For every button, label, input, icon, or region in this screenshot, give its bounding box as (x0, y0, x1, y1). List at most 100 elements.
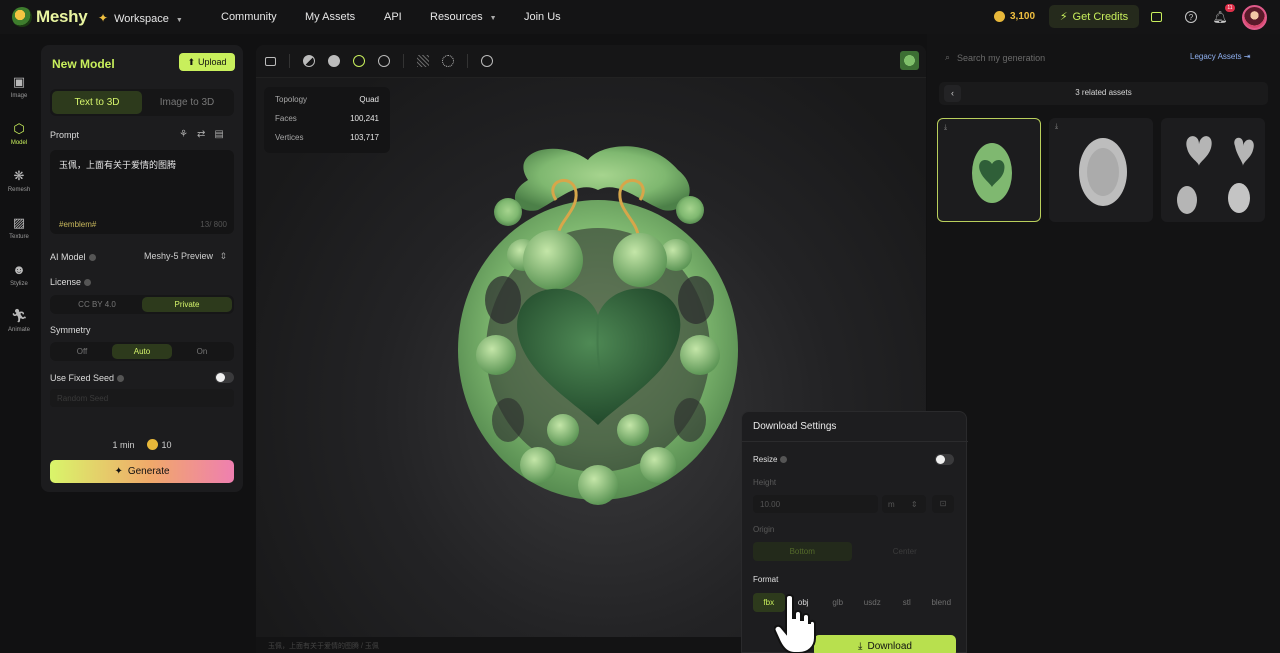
related-assets-count: 3 related assets (1075, 88, 1132, 97)
ai-model-select[interactable]: Meshy-5 Preview ⇕ (144, 251, 227, 262)
toolbar-divider (403, 54, 404, 68)
grid-icon[interactable] (417, 55, 429, 67)
monitor-icon[interactable] (265, 56, 276, 66)
nav-community[interactable]: Community (221, 11, 277, 23)
download-button[interactable]: ⤓ Download (814, 635, 956, 653)
format-blend[interactable]: blend (926, 593, 958, 612)
rail-item-texture[interactable]: ▨ Texture (0, 215, 38, 240)
prompt-label: Prompt (50, 130, 80, 140)
material-shading-icon[interactable] (378, 55, 390, 67)
globe-icon[interactable] (481, 55, 493, 67)
tab-text-to-3d[interactable]: Text to 3D (52, 91, 142, 114)
magic-wand-icon[interactable]: ⚘ (179, 129, 188, 140)
format-stl[interactable]: stl (891, 593, 923, 612)
info-icon[interactable] (117, 375, 125, 383)
gift-icon[interactable] (1151, 12, 1162, 22)
format-glb[interactable]: glb (822, 593, 854, 612)
legacy-assets-link[interactable]: Legacy Assets ⇥ (1190, 52, 1251, 61)
time-estimate: 1 min (112, 439, 135, 450)
bell-icon[interactable]: 🔔︎ (1212, 9, 1228, 25)
brand-logo[interactable]: Meshy (12, 7, 88, 27)
nav-resources[interactable]: Resources ▼ (430, 11, 497, 23)
nav-join-us[interactable]: Join Us (524, 11, 561, 23)
chevron-down-icon: ▼ (489, 15, 497, 22)
asset-card-textured[interactable]: ⤓ (937, 118, 1041, 222)
symmetry-off[interactable]: Off (52, 344, 112, 359)
tab-image-to-3d[interactable]: Image to 3D (142, 91, 232, 114)
rail-label: Remesh (7, 187, 31, 193)
upload-button[interactable]: ⬆ Upload (179, 53, 235, 71)
generation-cost: 1 min 10 (41, 439, 243, 450)
rail-item-remesh[interactable]: ❋ Remesh (0, 168, 38, 193)
symmetry-label: Symmetry (50, 325, 91, 335)
prompt-text: 玉佩，上面有关于爱情的图腾 (59, 160, 177, 170)
get-credits-button[interactable]: ⚡ Get Credits (1049, 5, 1139, 28)
download-icon[interactable]: ⤓ (944, 124, 947, 132)
symmetry-auto[interactable]: Auto (112, 344, 172, 359)
info-icon[interactable] (84, 279, 92, 287)
stat-value: 100,241 (350, 114, 379, 123)
workspace-menu[interactable]: ✦ Workspace ▼ (98, 11, 183, 25)
fixed-seed-toggle[interactable] (215, 372, 234, 383)
format-label: Format (753, 575, 779, 584)
stylize-icon: ☻ (12, 262, 26, 277)
chevron-left-icon[interactable]: ‹ (944, 85, 961, 102)
stat-key: Topology (275, 95, 308, 104)
prompt-tag[interactable]: #emblem# (59, 220, 96, 229)
credit-balance[interactable]: 3,100 (994, 11, 1035, 22)
viewport-toolbar (256, 45, 926, 78)
origin-center[interactable]: Center (856, 542, 955, 561)
search-generation[interactable]: ⌕ Search my generation (945, 52, 1045, 63)
origin-bottom[interactable]: Bottom (753, 542, 852, 561)
stat-faces: Faces 100,241 (275, 114, 379, 133)
symmetry-on[interactable]: On (172, 344, 232, 359)
search-input[interactable]: Search my generation (957, 53, 1045, 63)
fit-icon[interactable]: ⊡ (932, 495, 954, 513)
textured-shading-icon[interactable] (353, 55, 365, 67)
environment-thumbnail[interactable] (900, 51, 919, 70)
texture-icon: ▨ (12, 215, 26, 230)
resize-toggle[interactable] (935, 454, 954, 465)
avatar[interactable] (1242, 5, 1267, 30)
asset-card-white-model[interactable]: ⤓ (1049, 118, 1153, 222)
search-icon: ⌕ (945, 52, 951, 62)
stat-key: Vertices (275, 133, 304, 142)
lightning-icon: ⚡ (1059, 11, 1068, 23)
generate-button[interactable]: ✦ Generate (50, 460, 234, 483)
cube-icon: ⬡ (13, 121, 25, 136)
info-icon[interactable] (780, 456, 788, 464)
license-label-text: License (50, 277, 82, 287)
height-input[interactable]: 10.00 (753, 495, 878, 513)
unit-select[interactable]: m ⇕ (882, 495, 926, 513)
license-private[interactable]: Private (142, 297, 232, 312)
rail-item-model[interactable]: ⬡ Model (0, 121, 38, 146)
stat-value: 103,717 (350, 133, 379, 142)
prompt-tools: ⚘ ⇄ ▤ (179, 129, 224, 140)
help-icon[interactable]: ? (1185, 11, 1197, 23)
resources-label: Resources (430, 11, 483, 23)
fixed-seed-label: Use Fixed Seed (50, 373, 125, 383)
nav-api[interactable]: API (384, 11, 402, 23)
rail-item-animate[interactable]: 🏃︎ Animate (0, 308, 38, 333)
rail-item-stylize[interactable]: ☻ Stylize (0, 262, 38, 287)
license-toggle: CC BY 4.0 Private (50, 295, 234, 314)
solid-shading-icon[interactable] (328, 55, 340, 67)
wireframe-shading-icon[interactable] (303, 55, 315, 67)
translate-icon[interactable]: ⇄ (197, 129, 205, 140)
nav-my-assets[interactable]: My Assets (305, 11, 355, 23)
asset-card-variants[interactable] (1161, 118, 1265, 222)
coin-icon (994, 11, 1005, 22)
clipboard-icon[interactable]: ▤ (214, 129, 223, 140)
info-icon[interactable] (88, 254, 96, 262)
origin-toggle: Bottom Center (753, 542, 954, 561)
prompt-textarea[interactable]: 玉佩，上面有关于爱情的图腾 #emblem# 13/ 800 (50, 150, 234, 234)
rail-item-image[interactable]: ▣ Image (0, 74, 38, 99)
license-cc-by[interactable]: CC BY 4.0 (52, 297, 142, 312)
format-usdz[interactable]: usdz (857, 593, 889, 612)
download-icon[interactable]: ⤓ (1055, 123, 1058, 131)
brand-name: Meshy (36, 7, 88, 26)
arrow-out-icon: ⇥ (1243, 52, 1251, 61)
asset-thumbnail (972, 143, 1012, 203)
light-icon[interactable] (442, 55, 454, 67)
seed-input[interactable]: Random Seed (50, 389, 234, 407)
